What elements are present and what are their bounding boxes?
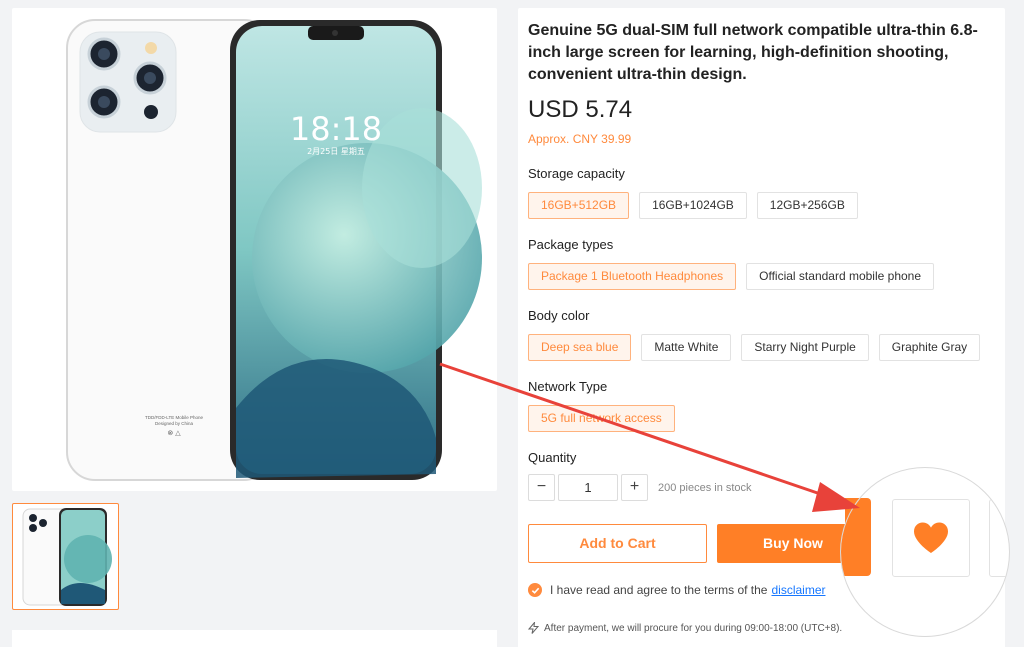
option-row-color: Deep sea blue Matte White Starry Night P… (528, 334, 981, 361)
option-label-network: Network Type (528, 379, 608, 394)
heart-icon (914, 522, 948, 553)
add-to-cart-button[interactable]: Add to Cart (528, 524, 707, 563)
quantity-label: Quantity (528, 450, 577, 465)
option-storage-12-256[interactable]: 12GB+256GB (756, 192, 858, 219)
option-package-standard[interactable]: Official standard mobile phone (746, 263, 935, 290)
svg-text:⊗ △: ⊗ △ (167, 430, 181, 437)
magnified-buy-now-edge (841, 498, 871, 576)
option-row-storage: 16GB+512GB 16GB+1024GB 12GB+256GB (528, 192, 858, 219)
stock-count: 200 pieces in stock (658, 481, 752, 494)
description-panel (12, 630, 497, 647)
check-icon (531, 587, 539, 594)
option-row-package: Package 1 Bluetooth Headphones Official … (528, 263, 935, 290)
favorite-button[interactable] (892, 499, 970, 577)
quantity-decrease-button[interactable]: − (528, 474, 555, 501)
back-text-line-2: Designed by China (155, 421, 194, 426)
option-color-starry-night-purple[interactable]: Starry Night Purple (741, 334, 869, 361)
quantity-increase-button[interactable]: + (621, 474, 648, 501)
option-color-deep-sea-blue[interactable]: Deep sea blue (528, 334, 632, 361)
agreement-text: I have read and agree to the terms of th… (550, 583, 768, 597)
quantity-stepper: − 1 + 200 pieces in stock (528, 474, 752, 501)
procurement-note-text: After payment, we will procure for you d… (544, 622, 843, 634)
thumbnail-illustration (22, 508, 112, 606)
option-label-package: Package types (528, 237, 614, 252)
procurement-note: After payment, we will procure for you d… (528, 622, 842, 634)
product-thumbnail[interactable] (12, 503, 119, 610)
agree-checkbox[interactable] (528, 583, 542, 597)
quantity-input[interactable]: 1 (558, 474, 618, 501)
option-network-5g[interactable]: 5G full network access (528, 405, 675, 432)
option-row-network: 5G full network access (528, 405, 675, 432)
option-storage-16-512[interactable]: 16GB+512GB (528, 192, 630, 219)
approx-price: Approx. CNY 39.99 (528, 132, 632, 146)
lightning-icon (528, 622, 539, 634)
agreement-row: I have read and agree to the terms of th… (528, 583, 826, 597)
option-label-color: Body color (528, 308, 590, 323)
product-price: USD 5.74 (528, 96, 633, 123)
magnifier-callout (840, 467, 1010, 637)
option-storage-16-1024[interactable]: 16GB+1024GB (639, 192, 747, 219)
option-color-matte-white[interactable]: Matte White (641, 334, 732, 361)
screen-time: 18:18 (290, 110, 382, 148)
phone-illustration: TDD/FDD-LTE Mobile Phone Designed by Chi… (66, 19, 482, 481)
option-label-storage: Storage capacity (528, 166, 625, 181)
option-package-headphones[interactable]: Package 1 Bluetooth Headphones (528, 263, 737, 290)
option-color-graphite-gray[interactable]: Graphite Gray (878, 334, 981, 361)
screen-date: 2月25日 星期五 (307, 147, 365, 156)
product-title: Genuine 5G dual-SIM full network compati… (528, 22, 978, 83)
disclaimer-link[interactable]: disclaimer (771, 583, 825, 597)
main-product-image: TDD/FDD-LTE Mobile Phone Designed by Chi… (12, 8, 497, 491)
back-text-line-1: TDD/FDD-LTE Mobile Phone (145, 415, 203, 420)
magnified-next-button-edge (989, 499, 1009, 577)
